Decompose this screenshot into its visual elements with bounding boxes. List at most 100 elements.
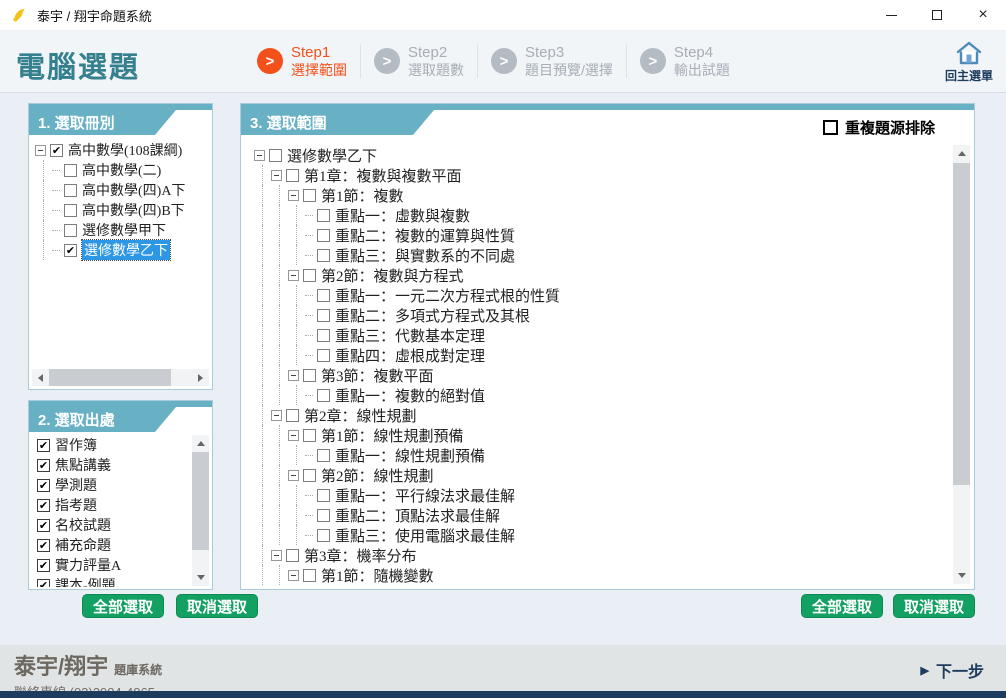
scope-label[interactable]: 第1節：隨機變數	[321, 565, 434, 586]
scope-label[interactable]: 重點一：複數的絕對值	[335, 385, 485, 406]
deselect-button-left[interactable]: 取消選取	[176, 594, 258, 618]
tree-checkbox[interactable]	[303, 569, 316, 582]
volume-label[interactable]: 選修數學乙下	[82, 240, 170, 260]
source-checkbox[interactable]	[37, 479, 50, 492]
tree-checkbox[interactable]	[269, 149, 282, 162]
scope-label[interactable]: 重點三：使用電腦求最佳解	[335, 525, 515, 546]
source-label[interactable]: 焦點講義	[55, 455, 111, 475]
scope-label[interactable]: 重點二：複數的運算與性質	[335, 225, 515, 246]
tree-checkbox[interactable]	[50, 144, 63, 157]
tree-checkbox[interactable]	[317, 229, 330, 242]
dedupe-sources-option[interactable]: 重複題源排除	[820, 115, 938, 140]
scroll-up-button[interactable]	[192, 435, 209, 452]
tree-checkbox[interactable]	[317, 389, 330, 402]
home-button[interactable]: 回主選單	[940, 40, 998, 84]
collapse-toggle-icon[interactable]	[288, 190, 299, 201]
tree-checkbox[interactable]	[286, 549, 299, 562]
source-checkbox[interactable]	[37, 579, 50, 588]
scope-label[interactable]: 第3章：機率分布	[304, 545, 417, 566]
tree-checkbox[interactable]	[64, 164, 77, 177]
vertical-scrollbar[interactable]	[953, 145, 970, 584]
scope-label[interactable]: 重點四：虛根成對定理	[335, 345, 485, 366]
select-all-button-right[interactable]: 全部選取	[801, 594, 883, 618]
volume-label[interactable]: 高中數學(四)B下	[82, 200, 185, 220]
collapse-toggle-icon[interactable]	[288, 570, 299, 581]
scope-label[interactable]: 重點二：多項式方程式及其根	[335, 305, 530, 326]
scope-label[interactable]: 第3節：複數平面	[321, 365, 434, 386]
volume-label[interactable]: 選修數學甲下	[82, 220, 166, 240]
scroll-left-button[interactable]	[32, 369, 49, 386]
source-label[interactable]: 實力評量A	[55, 555, 121, 575]
scroll-down-button[interactable]	[192, 569, 209, 586]
tree-checkbox[interactable]	[317, 249, 330, 262]
source-label[interactable]: 指考題	[55, 495, 97, 515]
source-label[interactable]: 習作簿	[55, 435, 97, 455]
collapse-toggle-icon[interactable]	[288, 270, 299, 281]
collapse-toggle-icon[interactable]	[35, 145, 46, 156]
volume-label[interactable]: 高中數學(二)	[82, 160, 161, 180]
volume-label[interactable]: 高中數學(四)A下	[82, 180, 185, 200]
scope-label[interactable]: 選修數學乙下	[287, 145, 377, 166]
select-all-button-left[interactable]: 全部選取	[82, 594, 164, 618]
scrollbar-thumb[interactable]	[49, 369, 171, 386]
next-step-button[interactable]: ▶ 下一步	[921, 658, 984, 682]
source-label[interactable]: 學測題	[55, 475, 97, 495]
tree-checkbox[interactable]	[317, 349, 330, 362]
tree-checkbox[interactable]	[317, 489, 330, 502]
tree-checkbox[interactable]	[303, 269, 316, 282]
source-checkbox[interactable]	[37, 459, 50, 472]
scope-label[interactable]: 重點一：平行線法求最佳解	[335, 485, 515, 506]
tree-checkbox[interactable]	[64, 244, 77, 257]
source-checkbox[interactable]	[37, 539, 50, 552]
collapse-toggle-icon[interactable]	[288, 470, 299, 481]
maximize-button[interactable]	[914, 0, 960, 30]
tree-checkbox[interactable]	[64, 184, 77, 197]
source-checkbox[interactable]	[37, 559, 50, 572]
tree-checkbox[interactable]	[64, 204, 77, 217]
scope-label[interactable]: 重點三：代數基本定理	[335, 325, 485, 346]
step-2[interactable]: >Step2選取題數	[361, 44, 477, 77]
scrollbar-thumb[interactable]	[192, 452, 209, 550]
tree-checkbox[interactable]	[317, 309, 330, 322]
scope-label[interactable]: 第2節：線性規劃	[321, 465, 434, 486]
tree-checkbox[interactable]	[317, 329, 330, 342]
vertical-scrollbar[interactable]	[192, 435, 209, 586]
tree-checkbox[interactable]	[303, 429, 316, 442]
tree-checkbox[interactable]	[317, 529, 330, 542]
collapse-toggle-icon[interactable]	[271, 550, 282, 561]
step-4[interactable]: >Step4輸出試題	[627, 44, 743, 77]
source-label[interactable]: 名校試題	[55, 515, 111, 535]
tree-checkbox[interactable]	[317, 209, 330, 222]
volume-label[interactable]: 高中數學(108課綱)	[68, 140, 182, 160]
scroll-up-button[interactable]	[953, 145, 970, 162]
minimize-button[interactable]	[868, 0, 914, 30]
tree-checkbox[interactable]	[64, 224, 77, 237]
tree-checkbox[interactable]	[303, 369, 316, 382]
tree-checkbox[interactable]	[286, 169, 299, 182]
scope-label[interactable]: 第1章：複數與複數平面	[304, 165, 462, 186]
tree-checkbox[interactable]	[317, 449, 330, 462]
source-checkbox[interactable]	[37, 499, 50, 512]
tree-checkbox[interactable]	[317, 509, 330, 522]
scope-label[interactable]: 重點二：頂點法求最佳解	[335, 505, 500, 526]
tree-checkbox[interactable]	[317, 289, 330, 302]
source-label[interactable]: 補充命題	[55, 535, 111, 555]
collapse-toggle-icon[interactable]	[271, 170, 282, 181]
scope-label[interactable]: 重點一：一元二次方程式根的性質	[335, 285, 560, 306]
scope-label[interactable]: 第1節：複數	[321, 185, 404, 206]
source-checkbox[interactable]	[37, 519, 50, 532]
scrollbar-thumb[interactable]	[953, 163, 970, 485]
collapse-toggle-icon[interactable]	[288, 370, 299, 381]
horizontal-scrollbar[interactable]	[32, 369, 209, 386]
deselect-button-right[interactable]: 取消選取	[893, 594, 975, 618]
collapse-toggle-icon[interactable]	[271, 410, 282, 421]
close-button[interactable]: ×	[960, 0, 1006, 30]
scroll-right-button[interactable]	[192, 369, 209, 386]
scope-label[interactable]: 重點三：與實數系的不同處	[335, 245, 515, 266]
scroll-down-button[interactable]	[953, 567, 970, 584]
source-label[interactable]: 課本-例題	[55, 575, 116, 587]
scope-label[interactable]: 重點一：虛數與複數	[335, 205, 470, 226]
dedupe-checkbox[interactable]	[823, 120, 838, 135]
source-checkbox[interactable]	[37, 439, 50, 452]
scope-label[interactable]: 第2章：線性規劃	[304, 405, 417, 426]
